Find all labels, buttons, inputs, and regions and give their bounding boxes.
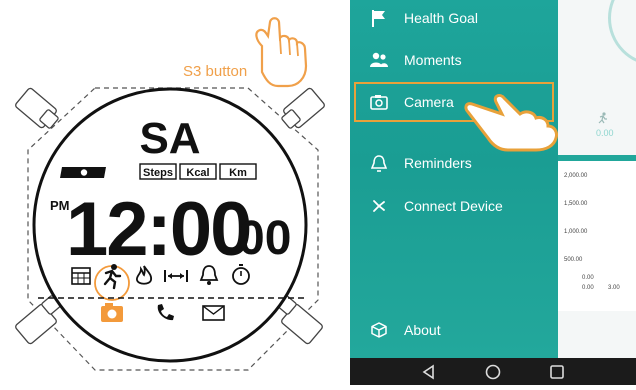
bell-icon [368,152,390,174]
watch-mode-km: Km [219,163,257,180]
watch-button-top-right[interactable] [281,87,325,129]
y-tick-label: 2,000.00 [564,173,588,179]
watch-day: SA [139,114,200,163]
menu-label-camera: Camera [404,94,454,110]
recents-icon[interactable] [548,363,566,381]
y-tick-label: 1,000.00 [564,229,588,235]
y-tick-label: 500.00 [564,257,583,263]
menu-item-moments[interactable]: Moments [350,40,558,80]
y-tick-label: 1,500.00 [564,201,588,207]
svg-text:Kcal: Kcal [186,167,209,179]
flag-icon [368,7,390,29]
main-content-peek: 0.00 2,000.00 1,500.00 1,000.00 500.00 0… [558,0,636,358]
home-icon[interactable] [484,363,502,381]
watch-diagram: SA Steps Kcal Km PM 12:00 00 [14,17,325,371]
pointing-hand-illustration [464,93,558,152]
pointing-hand-illustration [255,17,308,88]
phone-screen: Health Goal Moments Camera Reminders Con… [350,0,636,385]
watch-seconds: 00 [238,212,291,265]
cube-icon [368,319,390,341]
watch-button-bottom-left[interactable] [14,295,61,345]
menu-item-connect-device[interactable]: Connect Device [350,186,558,226]
stat-value: 0.00 [596,128,614,138]
menu-item-health-goal[interactable]: Health Goal [350,0,558,38]
back-icon[interactable] [420,363,438,381]
activity-chart: 2,000.00 1,500.00 1,000.00 500.00 0.00 0… [558,155,636,311]
watch-time: 12:00 [66,187,250,272]
svg-text:Km: Km [229,167,247,179]
svg-text:Steps: Steps [143,167,173,179]
x-tick-label: 3.00 [608,285,620,291]
menu-label-moments: Moments [404,52,462,68]
android-navigation-bar [350,358,636,385]
watch-alarm-indicator [60,167,106,178]
bluetooth-icon [368,195,390,217]
watch-mode-steps: Steps [139,163,177,180]
run-icon [598,112,608,126]
watch-mode-kcal: Kcal [179,163,217,180]
camera-icon [368,91,390,113]
watch-illustration: SA Steps Kcal Km PM 12:00 00 S3 button [0,0,345,385]
y-tick-label: 0.00 [582,275,594,281]
watch-button-top-left[interactable] [14,87,59,129]
navigation-drawer: Health Goal Moments Camera Reminders Con… [350,0,558,358]
x-tick-label: 0.00 [582,285,594,291]
menu-label-about: About [404,322,441,338]
menu-label-connect-device: Connect Device [404,198,503,214]
menu-label-health-goal: Health Goal [404,10,478,26]
people-icon [368,49,390,71]
progress-ring [608,0,636,66]
screenshot-stage: SA Steps Kcal Km PM 12:00 00 S3 button H… [0,0,636,385]
menu-item-about[interactable]: About [350,310,558,350]
menu-label-reminders: Reminders [404,155,472,171]
watch-button-bottom-right[interactable] [277,295,323,345]
s3-button-label: S3 button [183,63,248,80]
